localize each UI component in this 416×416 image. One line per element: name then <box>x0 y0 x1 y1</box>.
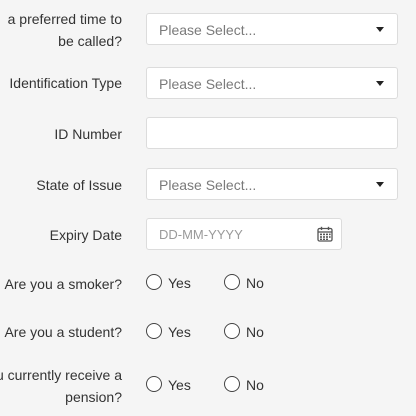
student-label: Are you a student? <box>4 324 122 340</box>
preferred-time-label: a preferred time to be called? <box>8 8 122 52</box>
chevron-down-icon <box>376 27 384 32</box>
pension-yes-label[interactable]: Yes <box>168 374 191 396</box>
preferred-time-label-line1: a preferred time to <box>7 11 122 27</box>
expiry-date-label: Expiry Date <box>49 227 122 243</box>
radio-circle-icon[interactable] <box>146 274 162 290</box>
chevron-down-icon <box>376 81 384 86</box>
identification-type-placeholder: Please Select... <box>159 76 257 92</box>
radio-circle-icon[interactable] <box>224 274 240 290</box>
smoker-no-label[interactable]: No <box>246 272 264 294</box>
state-of-issue-select[interactable]: Please Select... <box>146 168 398 200</box>
preferred-time-placeholder: Please Select... <box>159 22 257 38</box>
radio-circle-icon[interactable] <box>146 323 162 339</box>
student-no-label[interactable]: No <box>246 321 264 343</box>
radio-circle-icon[interactable] <box>224 323 240 339</box>
radio-circle-icon[interactable] <box>224 376 240 392</box>
pension-no-label[interactable]: No <box>246 374 264 396</box>
smoker-label: Are you a smoker? <box>4 276 123 292</box>
pension-radio-group: Yes No <box>146 374 286 396</box>
student-radio-group: Yes No <box>146 321 286 343</box>
pension-label: u currently receive a pension? <box>0 364 122 408</box>
preferred-time-select[interactable]: Please Select... <box>146 13 398 45</box>
pension-label-line2: pension? <box>65 389 122 405</box>
chevron-down-icon <box>376 182 384 187</box>
id-number-label: ID Number <box>54 126 122 142</box>
smoker-yes-label[interactable]: Yes <box>168 272 191 294</box>
state-of-issue-label: State of Issue <box>36 177 122 193</box>
identification-type-label: Identification Type <box>9 75 122 91</box>
expiry-date-placeholder: DD-MM-YYYY <box>159 227 243 242</box>
expiry-date-input[interactable]: DD-MM-YYYY <box>146 218 342 250</box>
id-number-input[interactable] <box>146 117 398 149</box>
radio-circle-icon[interactable] <box>146 376 162 392</box>
pension-label-line1: u currently receive a <box>0 367 122 383</box>
preferred-time-label-line2: be called? <box>58 33 122 49</box>
identification-type-select[interactable]: Please Select... <box>146 67 398 99</box>
state-of-issue-placeholder: Please Select... <box>159 177 257 193</box>
calendar-icon[interactable] <box>317 226 333 242</box>
student-yes-label[interactable]: Yes <box>168 321 191 343</box>
smoker-radio-group: Yes No <box>146 272 286 294</box>
